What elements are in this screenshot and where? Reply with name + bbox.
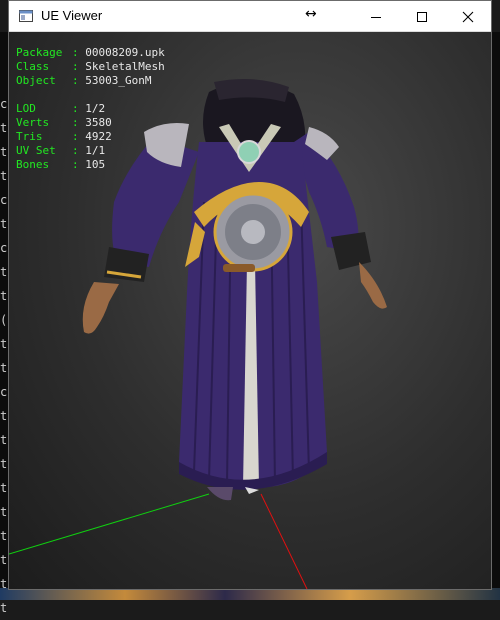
app-icon — [19, 10, 33, 22]
info-label: Tris — [16, 130, 43, 143]
info-value: 1/1 — [85, 144, 106, 157]
background-window-left: c t t t c t c t t ( t t c t t t t t t t … — [0, 32, 8, 615]
close-icon — [462, 11, 474, 22]
info-label: Package — [16, 46, 63, 59]
axis-y-line — [9, 493, 210, 555]
maximize-button[interactable] — [399, 1, 445, 32]
info-label: LOD — [16, 102, 36, 115]
info-row-lod: LOD: 1/2 — [16, 102, 165, 116]
info-separator: : — [72, 130, 79, 143]
info-row-verts: Verts: 3580 — [16, 116, 165, 130]
3d-viewport[interactable]: Package: 00008209.upk Class: SkeletalMes… — [9, 32, 491, 589]
info-label: UV Set — [16, 144, 56, 157]
mesh-info-overlay: Package: 00008209.upk Class: SkeletalMes… — [16, 46, 165, 172]
info-row-tris: Tris: 4922 — [16, 130, 165, 144]
close-button[interactable] — [445, 1, 491, 32]
axis-x-line — [260, 493, 308, 589]
info-separator: : — [72, 158, 79, 171]
info-gap — [16, 88, 165, 102]
background-window-right — [492, 32, 500, 600]
info-label: Bones — [16, 158, 50, 171]
info-separator: : — [72, 116, 79, 129]
info-value: 4922 — [85, 130, 112, 143]
minimize-button[interactable] — [353, 1, 399, 32]
info-value: 53003_GonM — [85, 74, 152, 87]
info-separator: : — [72, 46, 79, 59]
info-label: Object — [16, 74, 56, 87]
info-value: SkeletalMesh — [85, 60, 165, 73]
info-separator: : — [72, 74, 79, 87]
background-text: c t t t c t c t t ( t t c t t t t t t t … — [0, 97, 8, 615]
info-row-package: Package: 00008209.upk — [16, 46, 165, 60]
info-separator: : — [72, 60, 79, 73]
info-separator: : — [72, 102, 79, 115]
info-value: 105 — [85, 158, 106, 171]
info-value: 3580 — [85, 116, 112, 129]
info-row-class: Class: SkeletalMesh — [16, 60, 165, 74]
info-label: Verts — [16, 116, 50, 129]
info-value: 1/2 — [85, 102, 106, 115]
info-row-bones: Bones: 105 — [16, 158, 165, 172]
ue-viewer-window[interactable]: UE Viewer ↔ Package: 00008209.upk Class… — [8, 0, 492, 590]
maximize-icon — [417, 11, 427, 22]
desktop: c t t t c t c t t ( t t c t t t t t t t … — [0, 0, 500, 615]
info-value: 00008209.upk — [85, 46, 165, 59]
info-row-uvset: UV Set: 1/1 — [16, 144, 165, 158]
info-row-object: Object: 53003_GonM — [16, 74, 165, 88]
resize-cursor-icon: ↔ — [305, 6, 317, 22]
title-bar[interactable]: UE Viewer ↔ — [9, 1, 491, 32]
info-separator: : — [72, 144, 79, 157]
info-label: Class — [16, 60, 50, 73]
window-title: UE Viewer — [41, 8, 103, 23]
minimize-icon — [371, 16, 381, 18]
